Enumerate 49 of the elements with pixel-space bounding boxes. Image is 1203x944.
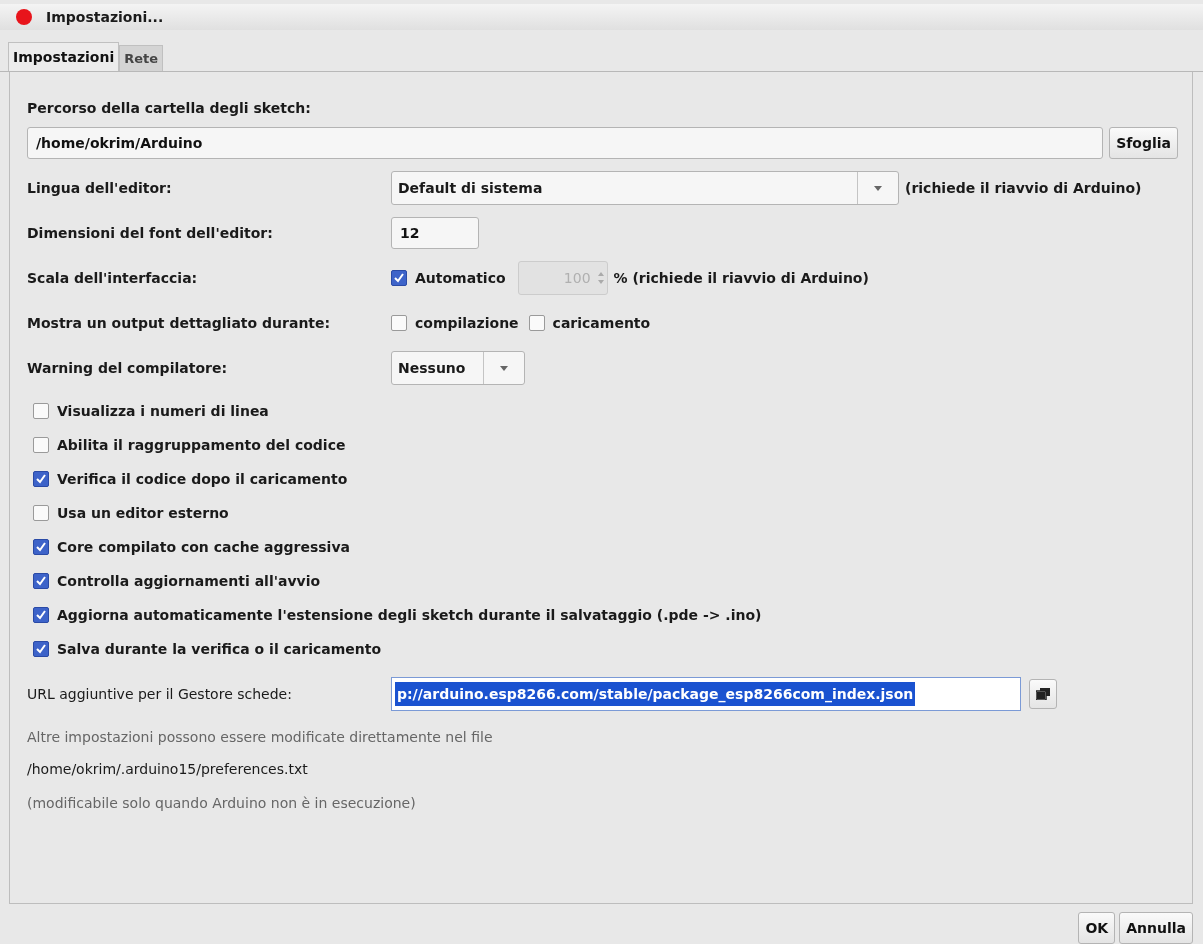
field-label: Warning del compilatore: bbox=[27, 360, 228, 376]
checkbox[interactable] bbox=[33, 505, 49, 521]
checkbox-label: Automatico bbox=[415, 270, 506, 286]
checkbox[interactable] bbox=[33, 573, 49, 589]
field-label: URL aggiuntive per il Gestore schede: bbox=[27, 686, 293, 702]
note-text: % (richiede il riavvio di Arduino) bbox=[613, 270, 869, 286]
field-label: Dimensioni del font dell'editor: bbox=[27, 225, 274, 241]
dialog-button[interactable]: OK bbox=[1078, 912, 1116, 944]
field-label: Mostra un output dettagliato durante: bbox=[27, 315, 332, 331]
checkbox-label: Usa un editor esterno bbox=[57, 505, 229, 521]
checkbox[interactable] bbox=[391, 315, 407, 331]
checkbox[interactable] bbox=[528, 315, 545, 331]
browse-button[interactable]: Sfoglia bbox=[1109, 127, 1178, 159]
file-path: /home/okrim/.arduino15/preferences.txt bbox=[27, 761, 309, 777]
caret-icon bbox=[874, 185, 882, 191]
dropdown[interactable]: Default di sistema bbox=[391, 171, 899, 205]
field-label: Scala dell'interfaccia: bbox=[27, 270, 199, 286]
edit-list-button[interactable] bbox=[1029, 679, 1057, 709]
checkbox-label: Visualizza i numeri di linea bbox=[57, 403, 269, 419]
dialog-button[interactable]: Annulla bbox=[1119, 912, 1193, 944]
info-text: (modificabile solo quando Arduino non è in esecuzione) bbox=[27, 795, 417, 811]
input-field[interactable]: 12 bbox=[391, 217, 479, 249]
dropdown[interactable]: Nessuno bbox=[391, 351, 525, 385]
checkbox[interactable] bbox=[33, 403, 49, 419]
checkbox[interactable] bbox=[33, 437, 49, 453]
checkbox[interactable] bbox=[33, 641, 49, 657]
note-text: (richiede il riavvio di Arduino) bbox=[905, 180, 1142, 196]
checkbox-label: Aggiorna automaticamente l'estensione degli sketch durante il salvataggio (.pde -> .ino) bbox=[57, 607, 762, 623]
tab[interactable]: Impostazioni bbox=[8, 42, 120, 71]
close-icon[interactable] bbox=[16, 9, 32, 25]
checkbox-label: caricamento bbox=[552, 315, 651, 331]
checkbox-label: Core compilato con cache aggressiva bbox=[57, 539, 350, 555]
field-label: Lingua dell'editor: bbox=[27, 180, 173, 196]
windows-icon bbox=[1036, 688, 1050, 700]
checkbox-label: compilazione bbox=[415, 315, 519, 331]
input-field[interactable]: p://arduino.esp8266.com/stable/package_esp8266com_index.json bbox=[391, 677, 1021, 711]
checkbox[interactable] bbox=[33, 471, 49, 487]
checkbox[interactable] bbox=[33, 607, 49, 623]
checkbox-label: Salva durante la verifica o il caricamento bbox=[57, 641, 382, 657]
info-text: Altre impostazioni possono essere modificate direttamente nel file bbox=[27, 729, 494, 745]
checkbox[interactable] bbox=[33, 539, 49, 555]
field-label: Percorso della cartella degli sketch: bbox=[27, 100, 312, 116]
window-title: Impostazioni... bbox=[46, 9, 164, 25]
checkbox-label: Abilita il raggruppamento del codice bbox=[57, 437, 346, 453]
checkbox-label: Controlla aggiornamenti all'avvio bbox=[57, 573, 321, 589]
tab[interactable]: Rete bbox=[119, 45, 164, 71]
caret-icon bbox=[500, 365, 508, 371]
checkbox-label: Verifica il codice dopo il caricamento bbox=[57, 471, 348, 487]
input-field[interactable]: /home/okrim/Arduino bbox=[27, 127, 1104, 159]
